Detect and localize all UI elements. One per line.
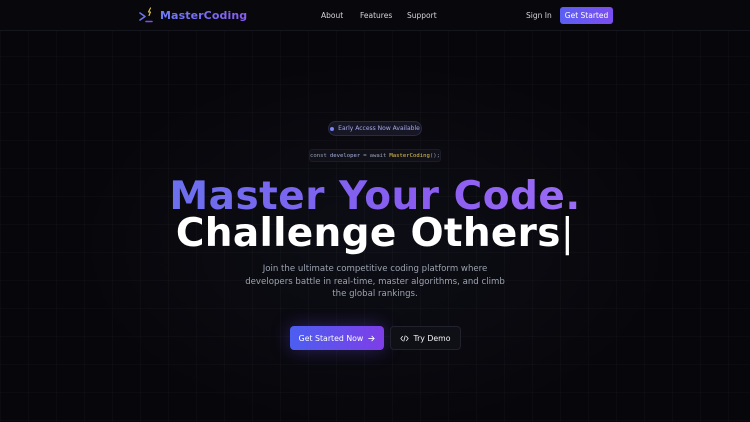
typing-caret: | [560, 211, 575, 256]
hero-subtitle: Join the ultimate competitive coding pla… [245, 264, 505, 300]
sign-in-link[interactable]: Sign In [526, 11, 552, 20]
get-started-now-button[interactable]: Get Started Now [290, 326, 384, 350]
landing-page: MasterCoding About Features Support Sign… [0, 0, 750, 422]
code-variable: developer [329, 152, 361, 159]
brand-name: MasterCoding [160, 9, 248, 22]
code-keyword: const [310, 152, 327, 159]
code-function: MasterCoding [389, 152, 430, 159]
nav-link-support[interactable]: Support [407, 11, 437, 20]
headline-typed-text: Challenge Others [175, 211, 561, 256]
code-punctuation: (); [429, 152, 440, 159]
headline-line-2: Challenge Others| [0, 212, 750, 256]
badge-dot-icon [330, 126, 335, 131]
try-demo-button[interactable]: Try Demo [390, 326, 461, 350]
nav-link-features[interactable]: Features [360, 11, 392, 20]
navbar: MasterCoding About Features Support Sign… [0, 0, 750, 31]
nav-link-about[interactable]: About [321, 11, 343, 20]
code-await: await [369, 152, 387, 159]
get-started-now-label: Get Started Now [298, 333, 364, 343]
terminal-spark-icon [139, 6, 153, 22]
arrow-right-icon [368, 335, 375, 341]
get-started-button[interactable]: Get Started [560, 7, 613, 24]
code-brackets-icon [400, 334, 410, 342]
early-access-badge: Early Access Now Available [328, 121, 422, 136]
badge-text: Early Access Now Available [338, 125, 420, 132]
try-demo-label: Try Demo [413, 333, 451, 343]
code-snippet: const developer = await MasterCoding (); [309, 149, 441, 162]
brand-logo[interactable]: MasterCoding [138, 6, 247, 25]
code-operator: = [363, 152, 367, 159]
